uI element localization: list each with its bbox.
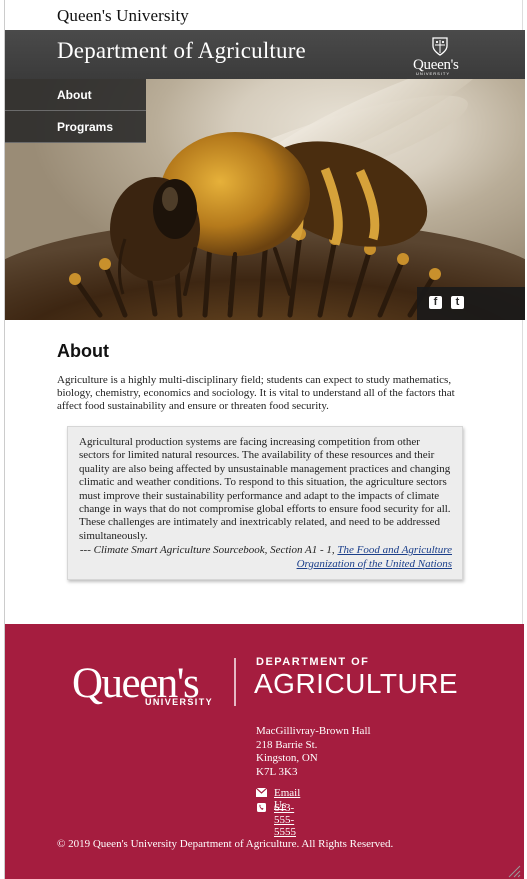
phone-icon: [257, 803, 266, 812]
main-nav: About Programs: [5, 79, 146, 143]
address-line: Kingston, ON: [256, 752, 318, 764]
footer-logo-divider: [234, 658, 236, 706]
address-line: 218 Barrie St.: [256, 738, 318, 751]
footer: Queen's UNIVERSITY DEPARTMENT OF AGRICUL…: [5, 624, 524, 879]
university-bar: Queen's University: [5, 1, 522, 30]
university-home-link[interactable]: Queen's University: [57, 6, 189, 26]
footer-agriculture-wordmark: AGRICULTURE: [254, 668, 459, 699]
footer-address: MacGillivray-Brown Hall 218 Barrie St. K…: [256, 725, 371, 779]
intro-paragraph: Agriculture is a highly multi-disciplina…: [57, 374, 455, 412]
social-bar: f t: [417, 287, 525, 320]
department-title[interactable]: Department of Agriculture: [57, 38, 306, 64]
blockquote: Agricultural production systems are faci…: [67, 426, 463, 580]
nav-item-programs[interactable]: Programs: [5, 111, 146, 143]
phone-link[interactable]: 613-555-5555: [274, 802, 296, 838]
main-content: About Agriculture is a highly multi-disc…: [5, 320, 522, 624]
footer-department-of: DEPARTMENT OF: [256, 656, 370, 668]
twitter-icon[interactable]: t: [451, 296, 464, 309]
facebook-icon[interactable]: f: [429, 296, 442, 309]
queens-crest-logo[interactable]: Queen's UNIVERSITY: [412, 37, 468, 76]
resize-grip-icon[interactable]: [505, 862, 521, 878]
address-line: MacGillivray-Brown Hall: [256, 725, 371, 737]
crest-subtitle: UNIVERSITY: [416, 71, 451, 76]
footer-university-label: UNIVERSITY: [145, 697, 214, 707]
crest-shield-icon: [432, 37, 448, 56]
envelope-icon: [256, 788, 267, 797]
copyright-text: © 2019 Queen's University Department of …: [57, 838, 394, 850]
department-header: Department of Agriculture Queen's UNIVER…: [5, 30, 525, 79]
page-title: About: [57, 341, 109, 361]
citation-source: --- Climate Smart Agriculture Sourcebook…: [79, 544, 335, 557]
quote-text: Agricultural production systems are faci…: [79, 436, 451, 542]
quote-citation: --- Climate Smart Agriculture Sourcebook…: [79, 544, 452, 571]
address-line: K7L 3K3: [256, 765, 298, 778]
nav-item-about[interactable]: About: [5, 79, 146, 111]
